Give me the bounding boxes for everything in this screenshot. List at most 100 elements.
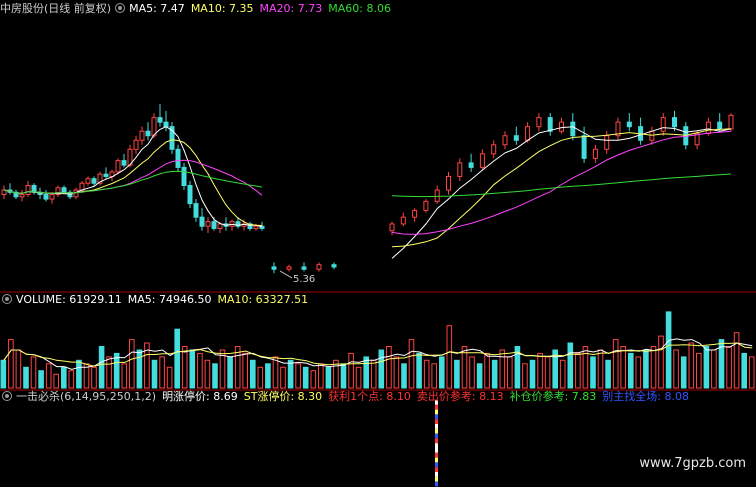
sell-price-ref: 卖出价参考: 8.13 bbox=[416, 390, 504, 403]
volume-bar bbox=[446, 325, 453, 389]
signal-segment bbox=[435, 424, 438, 429]
ma5-label: MA5: 7.47 bbox=[129, 1, 185, 15]
volume-bar bbox=[295, 363, 301, 389]
volume-gear-icon[interactable] bbox=[2, 294, 12, 304]
volume-bar bbox=[340, 363, 347, 389]
volume-bar bbox=[567, 342, 574, 389]
candle bbox=[199, 208, 205, 231]
candle bbox=[121, 153, 127, 168]
signal-segment bbox=[435, 467, 438, 472]
volume-bar bbox=[189, 349, 196, 389]
volume-bar bbox=[507, 356, 513, 389]
volume-bar bbox=[136, 349, 143, 389]
candle bbox=[205, 217, 211, 234]
candle bbox=[163, 110, 169, 132]
candle bbox=[187, 180, 193, 209]
volume-bar bbox=[272, 356, 279, 389]
settings-gear-icon[interactable] bbox=[115, 3, 126, 13]
candle bbox=[49, 192, 55, 204]
candle bbox=[55, 185, 61, 197]
volume-ma5-label: MA5: 74946.50 bbox=[127, 292, 212, 306]
volume-bar bbox=[544, 356, 551, 389]
volume-bar bbox=[423, 359, 430, 389]
signal-segment bbox=[435, 452, 438, 458]
volume-bar bbox=[658, 335, 664, 389]
volume-bar bbox=[522, 363, 528, 389]
volume-bar bbox=[227, 356, 233, 389]
volume-bar bbox=[401, 363, 407, 389]
signal-segment bbox=[435, 472, 438, 477]
signal-segment bbox=[435, 462, 438, 468]
candle bbox=[457, 158, 463, 181]
volume-bar bbox=[680, 356, 687, 389]
volume-bar bbox=[23, 366, 29, 389]
candle bbox=[169, 122, 175, 154]
candle bbox=[37, 187, 43, 200]
volume-bar bbox=[741, 352, 748, 389]
volume-bar bbox=[265, 363, 271, 389]
candle bbox=[73, 187, 79, 200]
volume-bar bbox=[620, 346, 627, 389]
volume-bar bbox=[491, 359, 498, 389]
main-force-price: 别主找全场: 8.08 bbox=[602, 390, 689, 403]
candle bbox=[502, 131, 508, 150]
volume-bar bbox=[53, 373, 60, 389]
volume-bar bbox=[348, 352, 354, 389]
signal-segment bbox=[435, 443, 438, 448]
ma10-line bbox=[391, 128, 732, 248]
volume-bar bbox=[204, 359, 211, 389]
chart-canvas: 5.36 bbox=[0, 104, 756, 487]
volume-bar bbox=[711, 349, 717, 389]
volume-bar bbox=[370, 359, 377, 389]
volume-bar bbox=[15, 349, 22, 389]
candle bbox=[115, 158, 121, 175]
volume-bar bbox=[197, 352, 203, 389]
candle bbox=[193, 199, 199, 222]
candle bbox=[109, 169, 115, 181]
volume-bar bbox=[76, 359, 82, 389]
volume-bar bbox=[30, 356, 37, 389]
volume-bar bbox=[605, 359, 611, 389]
volume-bar bbox=[250, 359, 256, 389]
ma20-line bbox=[391, 130, 732, 235]
candle bbox=[559, 117, 564, 134]
volume-bar bbox=[91, 366, 97, 389]
candle bbox=[91, 176, 97, 186]
indicator-gear-icon[interactable] bbox=[2, 391, 12, 401]
volume-bar bbox=[476, 363, 483, 389]
volume-bar bbox=[673, 349, 679, 389]
volume-label: VOLUME: 61929.11 bbox=[16, 292, 122, 306]
candle bbox=[103, 167, 109, 179]
volume-bar bbox=[393, 356, 400, 389]
ma20-label: MA20: 7.73 bbox=[259, 1, 323, 15]
candle bbox=[139, 126, 145, 145]
indicator-name: 一击必杀(6,14,95,250,1,2) bbox=[16, 390, 157, 403]
candle bbox=[13, 190, 19, 200]
ma20-line bbox=[3, 159, 263, 196]
volume-bar bbox=[696, 352, 702, 389]
volume-bar bbox=[733, 332, 740, 389]
candle bbox=[181, 162, 187, 191]
volume-bar bbox=[439, 356, 445, 389]
profit-one-point: 获利1个点: 8.10 bbox=[328, 390, 411, 403]
candle bbox=[331, 262, 337, 270]
volume-bar bbox=[174, 328, 180, 389]
candle bbox=[536, 113, 542, 132]
candle bbox=[25, 180, 31, 197]
volume-bar bbox=[537, 352, 543, 389]
candle bbox=[223, 217, 229, 231]
volume-bar bbox=[643, 349, 649, 389]
signal-segment bbox=[435, 428, 438, 434]
volume-bar bbox=[45, 363, 52, 389]
watermark: www.7gpzb.com bbox=[639, 456, 746, 471]
candle bbox=[446, 171, 451, 195]
candle bbox=[7, 183, 13, 195]
volume-bar bbox=[635, 356, 642, 389]
volume-ma10-label: MA10: 63327.51 bbox=[217, 292, 309, 306]
volume-bar bbox=[38, 370, 44, 389]
candle bbox=[615, 117, 621, 141]
volume-bar bbox=[310, 370, 317, 389]
volume-bar bbox=[703, 346, 710, 389]
volume-bar bbox=[575, 352, 581, 389]
signal-segment bbox=[435, 476, 438, 482]
